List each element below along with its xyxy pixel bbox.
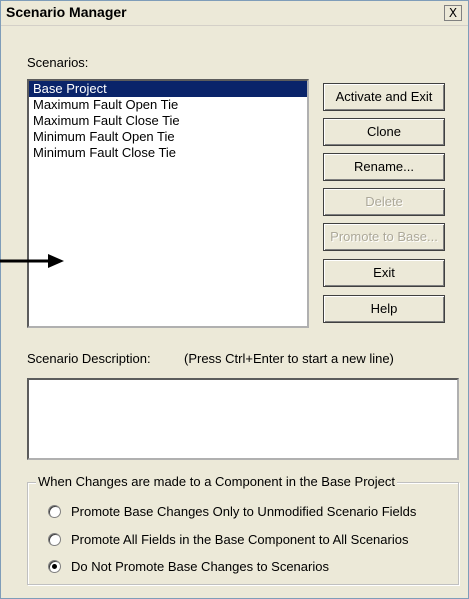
scenario-list-item[interactable]: Minimum Fault Open Tie	[29, 129, 307, 145]
radio-option-label: Do Not Promote Base Changes to Scenarios	[71, 558, 329, 574]
scenario-list-item[interactable]: Minimum Fault Close Tie	[29, 145, 307, 161]
window-title: Scenario Manager	[6, 4, 127, 20]
exit-button[interactable]: Exit	[323, 259, 445, 287]
scenario-manager-window: Scenario Manager X Scenarios: Base Proje…	[0, 0, 469, 599]
base-change-options-legend: When Changes are made to a Component in …	[36, 474, 397, 489]
close-icon[interactable]: X	[444, 5, 462, 21]
activate-and-exit-button[interactable]: Activate and Exit	[323, 83, 445, 111]
scenario-description-hint: (Press Ctrl+Enter to start a new line)	[184, 351, 394, 366]
base-change-options-group: When Changes are made to a Component in …	[27, 474, 459, 585]
radio-option-label: Promote Base Changes Only to Unmodified …	[71, 503, 417, 519]
radio-button[interactable]	[48, 532, 61, 546]
radio-option-unmodified-fields[interactable]: Promote Base Changes Only to Unmodified …	[48, 503, 416, 519]
radio-option-all-fields[interactable]: Promote All Fields in the Base Component…	[48, 531, 408, 547]
radio-option-label: Promote All Fields in the Base Component…	[71, 531, 409, 547]
scenario-list-item[interactable]: Maximum Fault Close Tie	[29, 113, 307, 129]
scenario-list-item[interactable]: Maximum Fault Open Tie	[29, 97, 307, 113]
radio-option-do-not-promote[interactable]: Do Not Promote Base Changes to Scenarios	[48, 558, 329, 574]
scenario-list[interactable]: Base Project Maximum Fault Open Tie Maximu…	[27, 79, 309, 328]
scenario-description-field[interactable]	[27, 378, 459, 460]
delete-button[interactable]: Delete	[323, 188, 445, 216]
rename-button[interactable]: Rename...	[323, 153, 445, 181]
scenario-description-label: Scenario Description:	[27, 351, 151, 366]
radio-button[interactable]	[48, 504, 61, 518]
title-bar: Scenario Manager X	[1, 1, 468, 26]
radio-button[interactable]	[48, 559, 61, 573]
scenario-list-item[interactable]: Base Project	[29, 81, 307, 97]
promote-to-base-button[interactable]: Promote to Base...	[323, 223, 445, 251]
help-button[interactable]: Help	[323, 295, 445, 323]
clone-button[interactable]: Clone	[323, 118, 445, 146]
scenarios-label: Scenarios:	[27, 55, 89, 70]
arrow-right-icon	[0, 254, 64, 268]
